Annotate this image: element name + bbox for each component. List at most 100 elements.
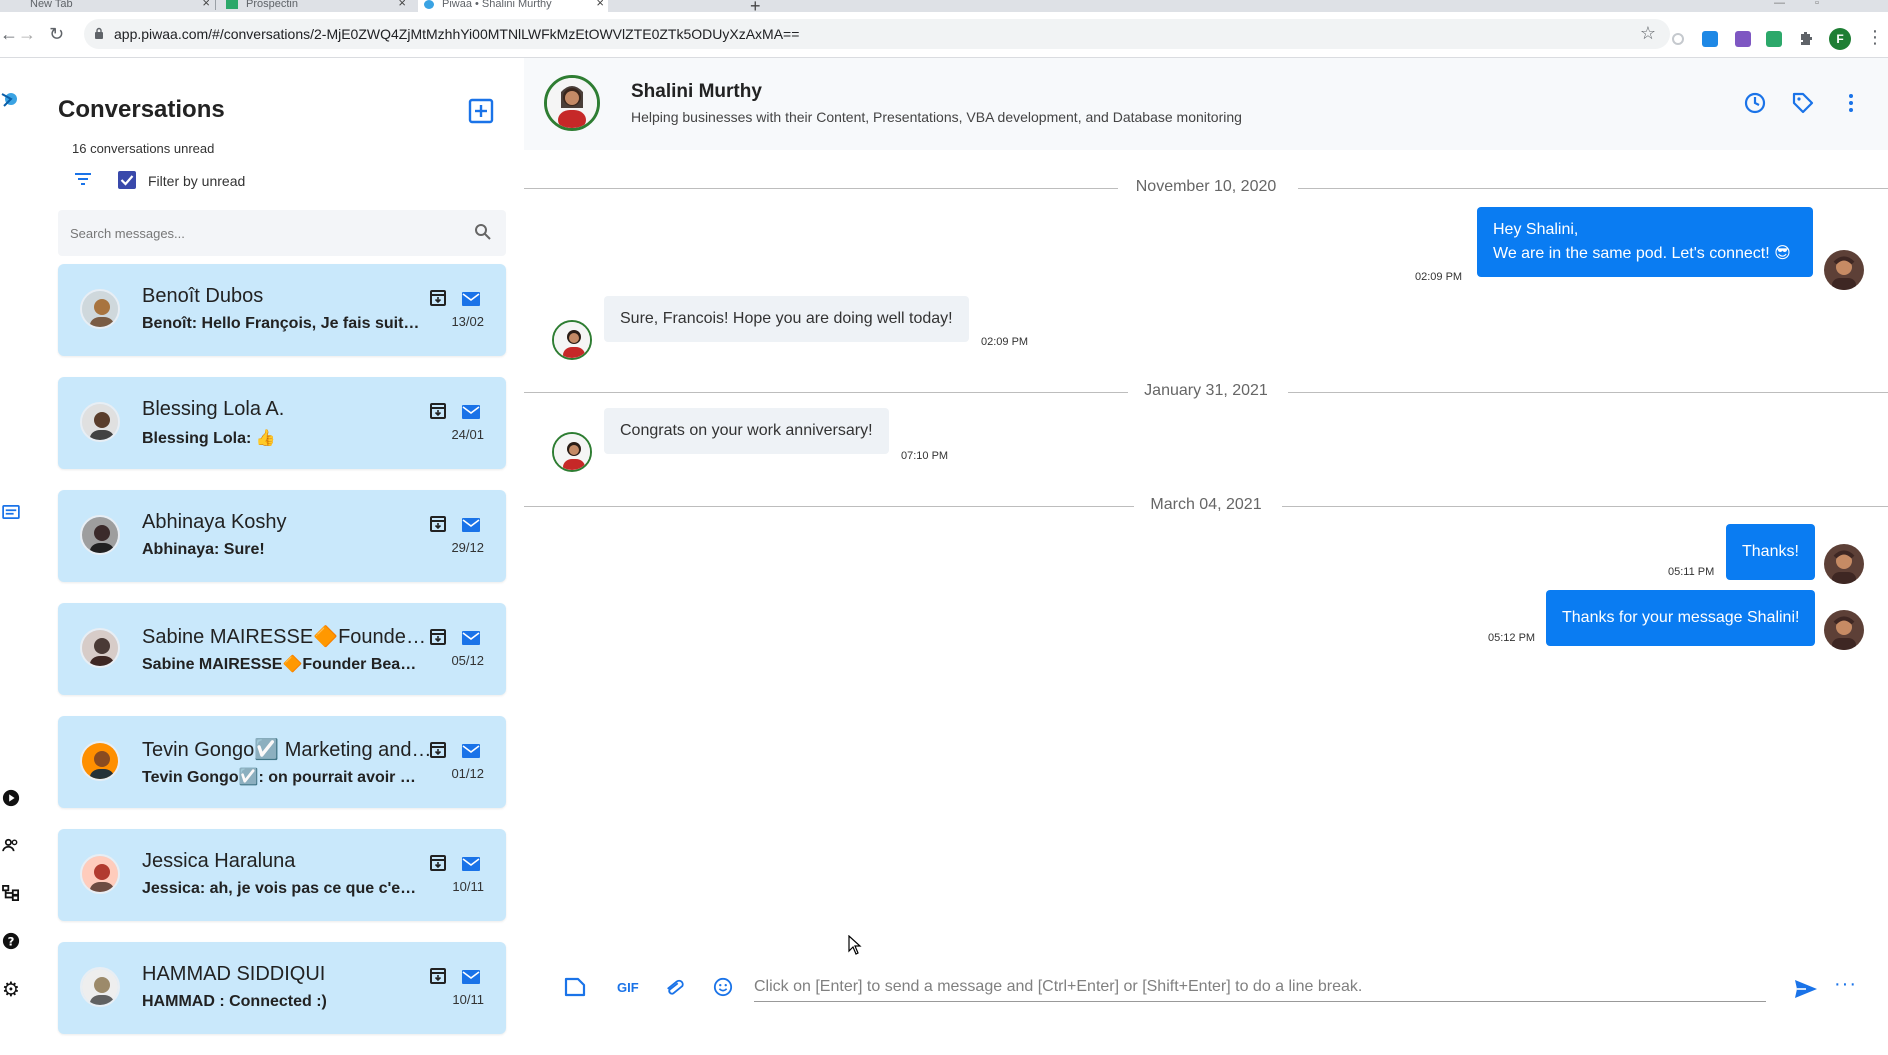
message-time: 05:11 PM [1668, 566, 1715, 578]
tab-label: Piwaa • Shalini Murthy [442, 0, 552, 10]
gif-button[interactable]: GIF [617, 980, 639, 995]
contact-avatar[interactable] [544, 75, 600, 131]
conversation-name: Tevin Gongo☑️ Marketing and Sales [142, 739, 432, 761]
conversation-name: Abhinaya Koshy [142, 511, 287, 533]
minimize-icon[interactable]: — [1774, 0, 1785, 9]
mail-icon[interactable] [462, 857, 480, 871]
conversation-name: Benoît Dubos [142, 285, 264, 307]
forward-icon[interactable]: → [18, 25, 36, 43]
settings-gear-icon[interactable]: ⚙ [0, 978, 22, 1001]
search-box [58, 210, 506, 256]
search-input[interactable] [70, 222, 450, 244]
avatar [80, 854, 120, 894]
browser-tab-prospectin[interactable]: Prospectin × [226, 0, 406, 12]
close-tab-icon[interactable]: × [596, 0, 604, 9]
piwaa-logo-icon[interactable] [0, 88, 22, 110]
contact-name[interactable]: Shalini Murthy [631, 81, 762, 103]
extension-piwaa-icon[interactable] [1702, 31, 1718, 47]
piwaa-favicon-icon [424, 0, 434, 9]
maximize-icon[interactable]: ▫ [1815, 0, 1819, 9]
conversation-date: 10/11 [452, 992, 484, 1007]
filter-unread-checkbox[interactable] [118, 171, 136, 189]
extension-purple-icon[interactable] [1735, 31, 1751, 47]
archive-icon[interactable] [430, 968, 446, 984]
date-separator: November 10, 2020 [524, 178, 1888, 198]
close-tab-icon[interactable]: × [202, 0, 210, 9]
messages-icon[interactable] [0, 501, 22, 523]
browser-tab-new-tab[interactable]: New Tab × [14, 0, 210, 12]
browser-toolbar: ← → ↻ app.piwaa.com/#/conversations/2-Mj… [0, 12, 1888, 58]
conversation-date: 13/02 [451, 314, 484, 329]
archive-icon[interactable] [430, 403, 446, 419]
more-options-button[interactable]: ··· [1834, 973, 1857, 996]
help-icon[interactable]: ? [0, 930, 22, 952]
archive-icon[interactable] [430, 290, 446, 306]
clock-icon[interactable] [1744, 92, 1766, 114]
conversations-panel: Conversations 16 conversations unread Fi… [30, 58, 524, 1034]
conversation-date: 29/12 [451, 540, 484, 555]
workflow-icon[interactable] [0, 882, 22, 904]
extensions-puzzle-icon[interactable] [1798, 31, 1814, 47]
search-icon[interactable] [474, 223, 492, 241]
date-separator-label: March 04, 2021 [1150, 496, 1262, 513]
mail-icon[interactable] [462, 970, 480, 984]
conversation-item[interactable]: HAMMAD SIDDIQUI HAMMAD : Connected :) 10… [58, 942, 506, 1034]
mail-icon[interactable] [462, 631, 480, 645]
browser-tab-piwaa[interactable]: Piwaa • Shalini Murthy × [418, 0, 608, 12]
message-bubble-incoming[interactable]: Sure, Francois! Hope you are doing well … [604, 296, 969, 342]
conversation-item[interactable]: Benoît Dubos Benoît: Hello François, Je … [58, 264, 506, 356]
message-bubble-outgoing[interactable]: Thanks! [1726, 524, 1815, 580]
conversation-date: 01/12 [451, 766, 484, 781]
message-bubble-outgoing[interactable]: Hey Shalini, We are in the same pod. Let… [1477, 207, 1813, 277]
conversation-item[interactable]: Jessica Haraluna Jessica: ah, je vois pa… [58, 829, 506, 921]
conversation-preview: Benoît: Hello François, Je fais suite à … [142, 315, 424, 332]
conversation-item[interactable]: Tevin Gongo☑️ Marketing and Sales Tevin … [58, 716, 506, 808]
archive-icon[interactable] [430, 629, 446, 645]
contact-avatar-small [552, 320, 592, 360]
conversation-item[interactable]: Blessing Lola A. Blessing Lola: 👍 24/01 [58, 377, 506, 469]
extension-circle-icon[interactable] [1672, 33, 1684, 45]
date-separator-label: November 10, 2020 [1135, 178, 1277, 195]
bookmark-star-icon[interactable]: ☆ [1640, 23, 1656, 44]
conversation-item[interactable]: Abhinaya Koshy Abhinaya: Sure! 29/12 [58, 490, 506, 582]
conversation-preview: HAMMAD : Connected :) [142, 993, 327, 1010]
filter-icon[interactable] [74, 172, 92, 186]
mail-icon[interactable] [462, 405, 480, 419]
address-bar[interactable]: app.piwaa.com/#/conversations/2-MjE0ZWQ4… [84, 19, 1670, 49]
conversations-title: Conversations [58, 96, 225, 123]
mail-icon[interactable] [462, 744, 480, 758]
extension-prospectin-icon[interactable] [1766, 31, 1782, 47]
emoji-icon[interactable] [712, 977, 734, 997]
message-input[interactable] [754, 972, 1766, 1002]
new-conversation-icon[interactable] [468, 98, 494, 124]
avatar [80, 515, 120, 555]
play-icon[interactable] [0, 787, 22, 809]
back-icon[interactable]: ← [0, 25, 18, 43]
more-vertical-icon[interactable] [1840, 92, 1862, 114]
mail-icon[interactable] [462, 292, 480, 306]
reload-icon[interactable]: ↻ [49, 25, 64, 43]
avatar [80, 402, 120, 442]
conversation-preview: Sabine MAIRESSE🔶Founder Beauté [142, 656, 424, 673]
message-line: Hey Shalini, [1493, 221, 1579, 238]
avatar [80, 741, 120, 781]
template-icon[interactable] [564, 977, 586, 997]
conversation-item[interactable]: Sabine MAIRESSE🔶Founder Beauty Sabine MA… [58, 603, 506, 695]
profile-avatar[interactable]: F [1829, 28, 1851, 50]
conversation-name: Jessica Haraluna [142, 850, 296, 872]
message-time: 02:09 PM [1415, 271, 1463, 283]
tag-icon[interactable] [1792, 92, 1814, 114]
message-bubble-outgoing[interactable]: Thanks for your message Shalini! [1546, 590, 1816, 646]
message-bubble-incoming[interactable]: Congrats on your work anniversary! [604, 408, 889, 454]
mail-icon[interactable] [462, 518, 480, 532]
conversation-name: HAMMAD SIDDIQUI [142, 963, 326, 985]
contacts-icon[interactable] [0, 834, 22, 856]
close-tab-icon[interactable]: × [398, 0, 406, 9]
message-line: Sure, Francois! Hope you are doing well … [620, 310, 953, 327]
send-icon[interactable] [1794, 978, 1818, 1000]
archive-icon[interactable] [430, 516, 446, 532]
archive-icon[interactable] [430, 742, 446, 758]
archive-icon[interactable] [430, 855, 446, 871]
attachment-icon[interactable] [664, 977, 686, 997]
browser-menu-icon[interactable]: ⋮ [1866, 28, 1884, 46]
